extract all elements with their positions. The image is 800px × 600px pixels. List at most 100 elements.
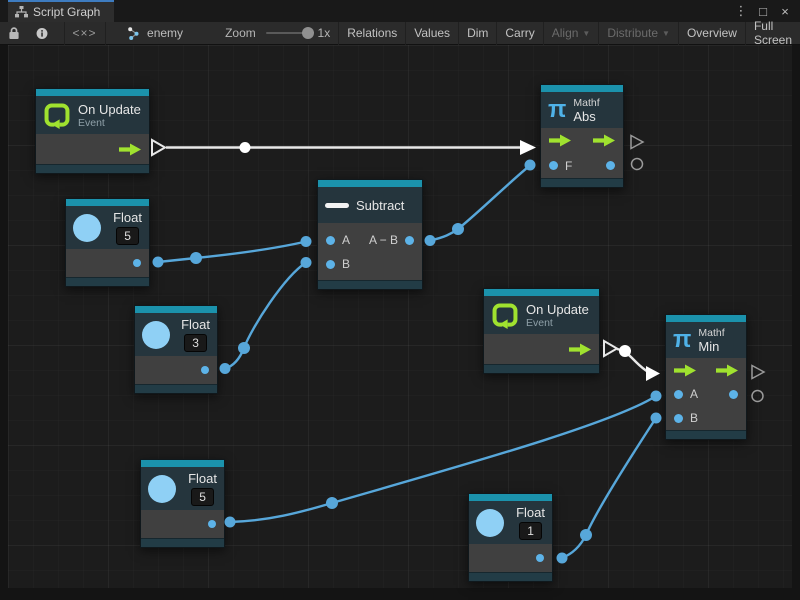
script-graph-window: Script Graph ⋮ □ × <×> [0, 0, 800, 600]
node-footer [666, 430, 746, 439]
values-button[interactable]: Values [406, 22, 459, 45]
node-float-1[interactable]: Float 1 [468, 493, 553, 582]
carry-button[interactable]: Carry [497, 22, 543, 45]
node-title: Float [516, 505, 545, 520]
node-accent-bar [469, 494, 552, 501]
node-title: Min [698, 339, 724, 354]
node-accent-bar [484, 289, 599, 296]
value-output-port[interactable] [729, 390, 738, 399]
node-mathf-abs[interactable]: π Mathf Abs F [540, 84, 624, 188]
update-loop-icon [491, 302, 519, 329]
node-accent-bar [36, 89, 149, 96]
port-label: F [565, 159, 572, 173]
graph-toolbar: <×> enemy Zoom 1x Relations Values Dim C… [0, 22, 800, 45]
value-input-port-b[interactable] [326, 260, 335, 269]
graph-icon [127, 26, 142, 41]
code-icon: <×> [73, 26, 97, 40]
value-output-port[interactable] [201, 366, 209, 374]
value-output-port[interactable] [606, 161, 615, 170]
update-loop-icon [43, 102, 71, 129]
tab-bar: Script Graph ⋮ □ × [0, 0, 800, 22]
value-input-port-a[interactable] [326, 236, 335, 245]
node-title: Float [188, 471, 217, 486]
relations-button[interactable]: Relations [338, 22, 406, 45]
node-category: Mathf [573, 97, 599, 109]
node-title: Abs [573, 109, 599, 124]
float-value-field[interactable]: 1 [519, 522, 542, 540]
flow-input-port[interactable] [674, 364, 696, 377]
tab-script-graph[interactable]: Script Graph [8, 0, 114, 22]
zoom-value: 1x [318, 26, 331, 40]
menu-dots-icon[interactable]: ⋮ [732, 3, 750, 19]
node-footer [484, 364, 599, 373]
node-subtitle: Event [78, 117, 141, 129]
float-icon [142, 321, 170, 349]
fullscreen-button[interactable]: Full Screen [746, 22, 800, 45]
node-float-3[interactable]: Float 3 [134, 305, 218, 394]
node-footer [141, 538, 224, 547]
node-title: On Update [526, 302, 589, 317]
node-footer [469, 572, 552, 581]
zoom-slider[interactable] [266, 32, 312, 34]
node-title: On Update [78, 102, 141, 117]
inspect-button[interactable] [28, 22, 56, 45]
pi-icon: π [548, 98, 566, 122]
value-output-port[interactable] [133, 259, 141, 267]
pi-icon: π [673, 328, 691, 352]
flow-output-port[interactable] [119, 143, 141, 156]
tab-title: Script Graph [33, 5, 100, 19]
overview-button[interactable]: Overview [679, 22, 746, 45]
value-output-port[interactable] [536, 554, 544, 562]
value-input-port-b[interactable] [674, 414, 683, 423]
node-on-update-2[interactable]: On Update Event [483, 288, 600, 374]
maximize-icon[interactable]: □ [754, 4, 772, 19]
flow-output-port[interactable] [569, 343, 591, 356]
distribute-dropdown[interactable]: Distribute ▼ [599, 22, 679, 45]
preview-code-button[interactable]: <×> [65, 22, 105, 45]
float-icon [148, 475, 176, 503]
value-output-port[interactable] [405, 236, 414, 245]
graph-breadcrumb[interactable]: enemy [127, 26, 183, 41]
port-label: A [690, 387, 698, 401]
port-label: A − B [369, 233, 398, 247]
flow-output-port[interactable] [593, 134, 615, 147]
node-accent-bar [666, 315, 746, 322]
chevron-down-icon: ▼ [662, 29, 670, 38]
subtract-icon [325, 203, 349, 208]
node-float-5-bottom[interactable]: Float 5 [140, 459, 225, 548]
dim-button[interactable]: Dim [459, 22, 497, 45]
value-input-port[interactable] [549, 161, 558, 170]
float-value-field[interactable]: 3 [184, 334, 207, 352]
node-accent-bar [66, 199, 149, 206]
node-title: Subtract [356, 198, 404, 213]
value-input-port-a[interactable] [674, 390, 683, 399]
value-output-port[interactable] [208, 520, 216, 528]
node-footer [541, 178, 623, 187]
flow-output-port[interactable] [716, 364, 738, 377]
graph-hierarchy-icon [15, 6, 28, 18]
lock-button[interactable] [0, 22, 28, 45]
align-dropdown[interactable]: Align ▼ [544, 22, 600, 45]
node-mathf-min[interactable]: π Mathf Min A B [665, 314, 747, 440]
graph-name: enemy [147, 26, 183, 40]
lock-icon [8, 26, 20, 40]
node-accent-bar [541, 85, 623, 92]
float-icon [73, 214, 101, 242]
node-subtract[interactable]: Subtract A A − B B [317, 179, 423, 290]
flow-input-port[interactable] [549, 134, 571, 147]
node-subtitle: Event [526, 317, 589, 329]
node-title: Float [181, 317, 210, 332]
node-category: Mathf [698, 327, 724, 339]
node-title: Float [113, 210, 142, 225]
node-footer [135, 384, 217, 393]
node-float-5-top[interactable]: Float 5 [65, 198, 150, 287]
node-footer [66, 277, 149, 286]
node-on-update-1[interactable]: On Update Event [35, 88, 150, 174]
chevron-down-icon: ▼ [582, 29, 590, 38]
close-icon[interactable]: × [776, 4, 794, 19]
zoom-slider-handle[interactable] [302, 27, 314, 39]
port-label: B [342, 257, 350, 271]
node-accent-bar [141, 460, 224, 467]
float-value-field[interactable]: 5 [191, 488, 214, 506]
float-value-field[interactable]: 5 [116, 227, 139, 245]
